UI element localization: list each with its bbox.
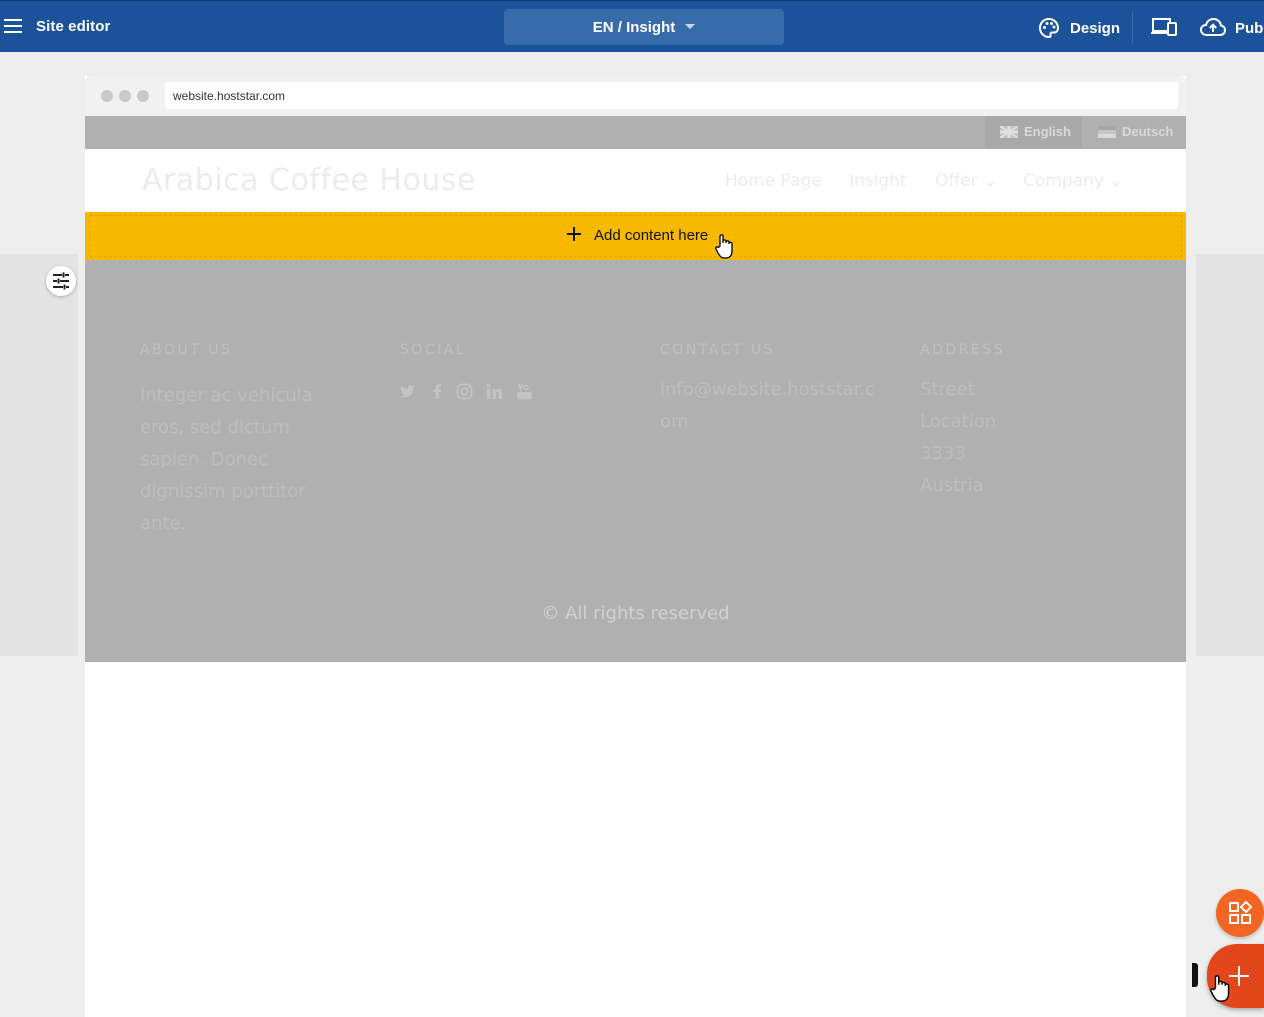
- site-logo[interactable]: Arabica Coffee House: [142, 163, 476, 198]
- address-line: 3333: [920, 443, 966, 464]
- nav-item-company[interactable]: Company ⌄: [1023, 171, 1124, 191]
- page-selector-label: EN / Insight: [592, 19, 676, 36]
- footer-heading-social: SOCIAL: [400, 342, 467, 358]
- address-line: Street: [920, 379, 975, 400]
- language-switcher-bar: English Deutsch: [85, 116, 1186, 149]
- window-dot: [101, 90, 113, 102]
- browser-chrome: website.hoststar.com: [85, 76, 1186, 116]
- window-dot: [137, 90, 149, 102]
- editor-title: Site editor: [36, 18, 111, 35]
- editor-top-bar: Site editor EN / Insight Design Publ: [0, 0, 1264, 52]
- language-deutsch[interactable]: Deutsch: [1098, 116, 1173, 149]
- about-line: ante.: [140, 513, 187, 534]
- publish-label: Publ: [1235, 20, 1264, 37]
- about-line: Integer ac vehicula: [140, 385, 313, 406]
- section-band-right: [1196, 254, 1264, 656]
- facebook-icon[interactable]: [429, 383, 446, 400]
- cloud-upload-icon: [1200, 17, 1226, 36]
- address-bar: website.hoststar.com: [165, 82, 1178, 109]
- add-content-placeholder[interactable]: Add content here: [85, 212, 1186, 260]
- caret-down-icon: [685, 24, 696, 29]
- hand-cursor-icon: [1210, 975, 1230, 1002]
- widgets-icon: [1229, 901, 1252, 924]
- toolbar-divider: [1132, 11, 1133, 43]
- add-content-label: Add content here: [594, 227, 709, 244]
- section-band-left: [0, 254, 78, 656]
- devices-icon: [1151, 18, 1177, 36]
- site-footer: ABOUT US SOCIAL CONTACT US ADDRESS Integ…: [85, 260, 1186, 662]
- widgets-fab-button[interactable]: [1216, 889, 1264, 937]
- footer-heading-contact: CONTACT US: [660, 342, 775, 358]
- hamburger-menu-icon[interactable]: [4, 17, 24, 35]
- uk-flag-icon: [1000, 126, 1018, 138]
- nav-item-offer[interactable]: Offer ⌄: [935, 171, 997, 191]
- language-label: Deutsch: [1122, 124, 1174, 139]
- section-settings-button[interactable]: [46, 266, 76, 296]
- device-preview-button[interactable]: [1151, 18, 1177, 41]
- site-header: Arabica Coffee House Home Page Insight O…: [85, 149, 1186, 212]
- about-line: eros, sed dictum: [140, 417, 290, 438]
- fab-tab-handle: [1192, 963, 1198, 987]
- contact-email-line[interactable]: info@website.hoststar.c: [660, 374, 875, 406]
- address-text: Street Location 3333 Austria: [920, 374, 996, 502]
- de-flag-icon: [1098, 126, 1116, 138]
- nav-item-insight[interactable]: Insight: [849, 171, 907, 191]
- footer-heading-address: ADDRESS: [920, 342, 1005, 358]
- youtube-icon[interactable]: [516, 383, 533, 400]
- website-preview-frame: website.hoststar.com English Deutsch Ara…: [85, 76, 1186, 1017]
- tune-sliders-icon: [53, 272, 69, 290]
- window-dot: [119, 90, 131, 102]
- palette-icon: [1038, 17, 1060, 39]
- nav-item-home[interactable]: Home Page: [725, 171, 822, 191]
- linkedin-icon[interactable]: [486, 383, 503, 400]
- footer-heading-about: ABOUT US: [140, 342, 233, 358]
- twitter-icon[interactable]: [399, 383, 416, 400]
- contact-us-text: info@website.hoststar.c om: [660, 374, 875, 438]
- copyright-text: © All rights reserved: [541, 603, 730, 624]
- hand-cursor-icon: [715, 234, 733, 259]
- language-label: English: [1024, 124, 1071, 139]
- address-line: Austria: [920, 475, 984, 496]
- contact-email-line[interactable]: om: [660, 406, 875, 438]
- about-line: dignissim porttitor: [140, 481, 306, 502]
- language-english[interactable]: English: [985, 116, 1082, 149]
- plus-icon: [566, 226, 582, 242]
- design-label: Design: [1070, 20, 1121, 37]
- about-us-text: Integer ac vehicula eros, sed dictum sap…: [140, 380, 313, 540]
- instagram-icon[interactable]: [456, 383, 473, 400]
- page-language-selector[interactable]: EN / Insight: [504, 9, 784, 45]
- address-line: Location: [920, 411, 997, 432]
- about-line: sapien. Donec: [140, 449, 269, 470]
